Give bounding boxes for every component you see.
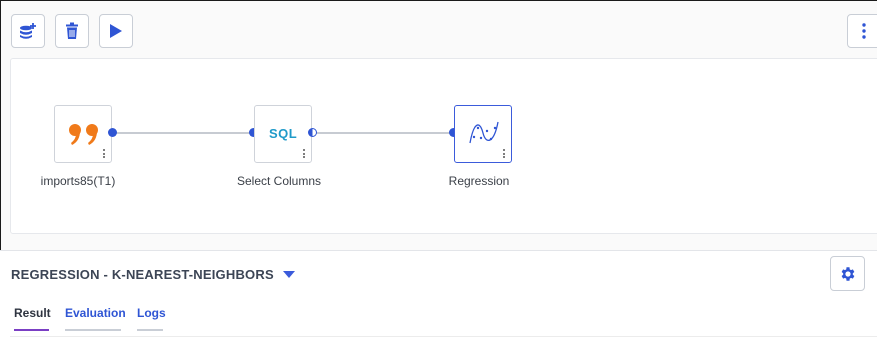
tab-indicator xyxy=(14,329,49,331)
more-options-button[interactable] xyxy=(847,14,877,48)
delete-button[interactable] xyxy=(55,14,89,48)
regression-curve-icon xyxy=(469,121,499,144)
node-menu-icon[interactable] xyxy=(303,149,306,158)
tab-result-label: Result xyxy=(14,306,51,320)
node-label: imports85(T1) xyxy=(40,174,116,188)
panel-title-dropdown[interactable]: REGRESSION - K-NEAREST-NEIGHBORS xyxy=(11,267,295,282)
edge-source-to-select xyxy=(113,132,253,134)
tab-logs[interactable]: Logs xyxy=(137,306,166,331)
play-icon xyxy=(110,24,122,38)
edge-select-to-regression xyxy=(313,132,453,134)
quote-icon xyxy=(69,124,98,145)
node-regression[interactable] xyxy=(454,105,512,163)
tab-evaluation-label: Evaluation xyxy=(65,306,126,320)
panel-title: REGRESSION - K-NEAREST-NEIGHBORS xyxy=(11,267,274,282)
result-content xyxy=(10,336,877,363)
tab-underline xyxy=(137,329,163,331)
output-port[interactable] xyxy=(108,128,117,137)
add-dataset-button[interactable] xyxy=(11,14,45,48)
tab-logs-label: Logs xyxy=(137,306,166,320)
add-dataset-icon xyxy=(20,23,36,39)
tab-evaluation[interactable]: Evaluation xyxy=(65,306,126,331)
sql-icon: SQL xyxy=(269,126,298,141)
node-label: Regression xyxy=(448,174,510,188)
node-menu-icon[interactable] xyxy=(103,149,106,158)
caret-down-icon xyxy=(282,271,295,278)
node-imports85[interactable] xyxy=(54,105,112,163)
output-port[interactable] xyxy=(308,128,317,137)
pipeline-canvas[interactable] xyxy=(10,58,877,234)
node-label: Select Columns xyxy=(236,174,322,188)
run-button[interactable] xyxy=(99,14,133,48)
gear-icon xyxy=(841,266,854,281)
settings-button[interactable] xyxy=(830,256,865,291)
vertical-ellipsis-icon xyxy=(862,23,866,39)
trash-icon xyxy=(66,22,78,39)
node-menu-icon[interactable] xyxy=(503,149,506,158)
node-select-columns[interactable]: SQL xyxy=(254,105,312,163)
tab-result[interactable]: Result xyxy=(14,306,51,331)
tab-underline xyxy=(65,329,121,331)
